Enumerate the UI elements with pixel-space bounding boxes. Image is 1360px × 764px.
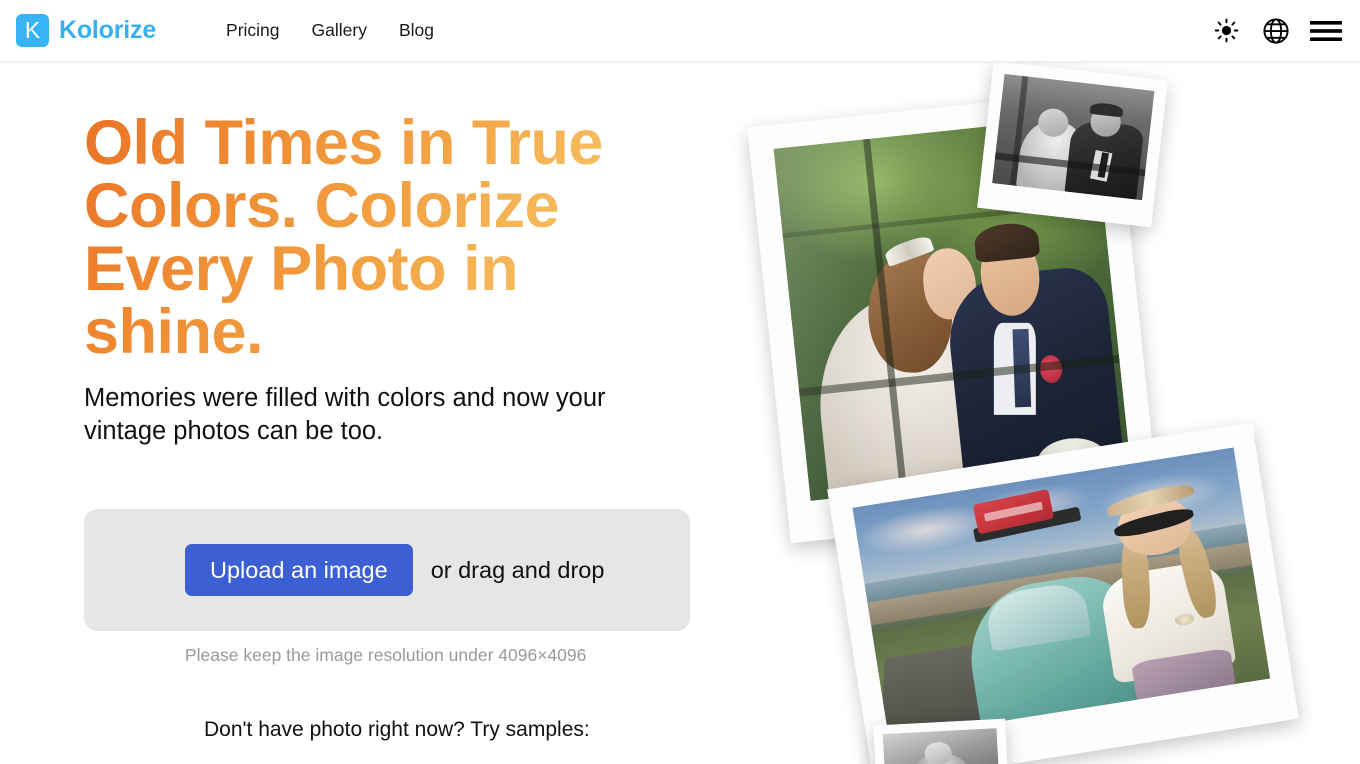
wedding-couple-bw-photo (977, 62, 1168, 228)
girl-with-vintage-car-image (852, 447, 1271, 739)
hero-subtitle: Memories were filled with colors and now… (84, 384, 606, 445)
nav-link-gallery[interactable]: Gallery (312, 20, 367, 41)
page-title: Old Times in True Colors. Colorize Every… (84, 112, 614, 364)
nav-link-pricing[interactable]: Pricing (226, 20, 280, 41)
drag-and-drop-label: or drag and drop (430, 556, 605, 583)
small-bw-head (924, 741, 953, 764)
upload-image-button[interactable]: Upload an image (185, 544, 413, 597)
seaside-scene (852, 447, 1271, 739)
small-bw-photo (873, 718, 1011, 764)
site-header: K Kolorize Pricing Gallery Blog (0, 0, 1360, 62)
kolorize-logo-icon: K (16, 14, 49, 47)
nav-link-blog[interactable]: Blog (399, 20, 434, 41)
main-content: Old Times in True Colors. Colorize Every… (0, 62, 1360, 764)
resolution-hint: Please keep the image resolution under 4… (185, 645, 587, 666)
brand-logo[interactable]: K Kolorize (16, 14, 156, 47)
upload-dropzone[interactable]: Upload an image or drag and drop (84, 509, 690, 632)
theme-toggle-button[interactable] (1209, 14, 1243, 48)
hamburger-menu-icon (1310, 20, 1342, 41)
photo-collage (700, 62, 1360, 764)
main-navigation: Pricing Gallery Blog (226, 20, 434, 41)
small-bw-image (882, 728, 1001, 764)
small-bw-scene (882, 728, 1001, 764)
logo-letter: K (24, 17, 41, 43)
brand-name: Kolorize (59, 16, 157, 44)
samples-prompt: Don't have photo right now? Try samples: (204, 718, 590, 742)
menu-button[interactable] (1309, 14, 1343, 48)
sun-icon (1214, 18, 1238, 43)
hero-left-column: Old Times in True Colors. Colorize Every… (84, 112, 704, 742)
header-icon-group (1209, 14, 1343, 48)
wedding-bw-scene (992, 73, 1155, 201)
wedding-couple-bw-image (992, 73, 1155, 201)
globe-icon (1263, 17, 1289, 44)
language-button[interactable] (1259, 14, 1293, 48)
